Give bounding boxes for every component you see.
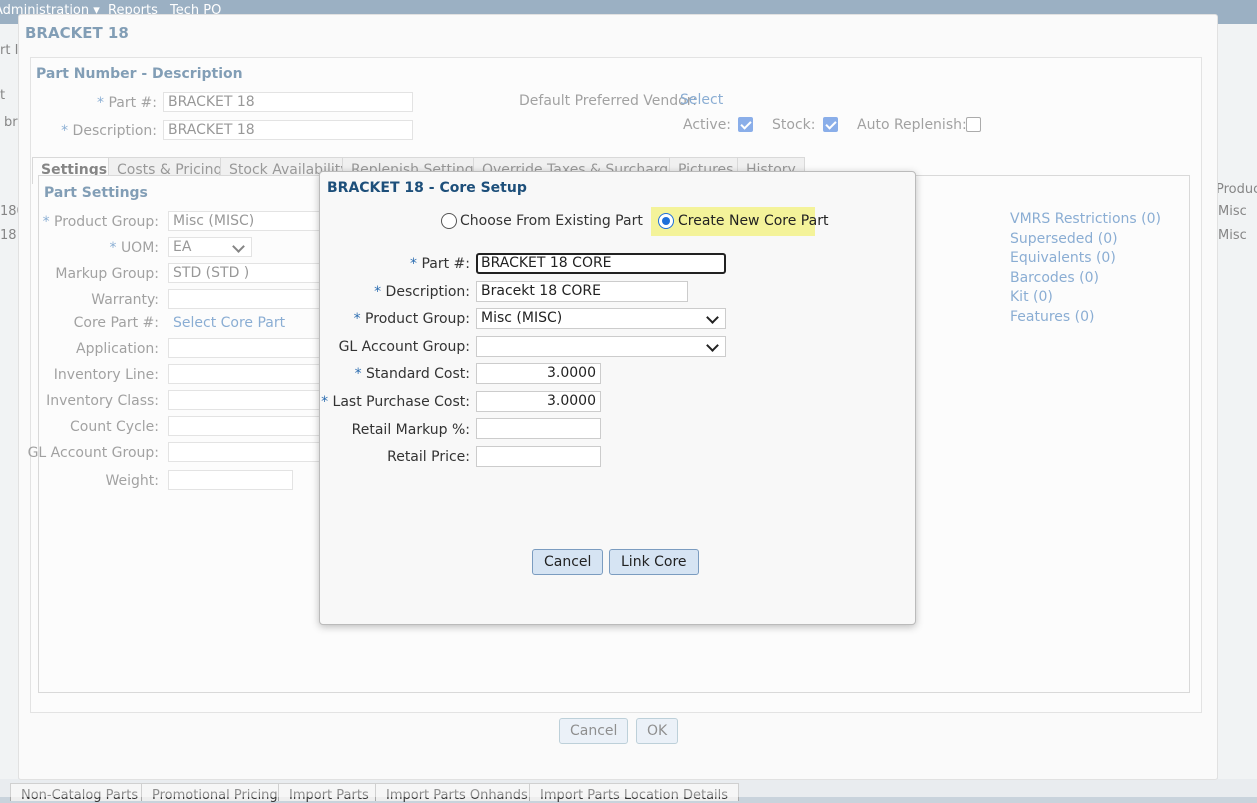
choose-existing-radio[interactable] (441, 213, 457, 229)
core-setup-modal: BRACKET 18 - Core Setup Choose From Exis… (319, 171, 916, 625)
core-part-number-input[interactable]: BRACKET 18 CORE (476, 253, 726, 274)
link-core-button[interactable]: Link Core (609, 549, 699, 575)
retail-markup-label: Retail Markup %: (351, 422, 470, 438)
standard-cost-label: * Standard Cost: (354, 366, 470, 382)
core-cancel-button[interactable]: Cancel (532, 549, 604, 575)
core-description-label: * Description: (374, 284, 470, 300)
standard-cost-input[interactable]: 3.0000 (476, 363, 601, 384)
create-new-radio[interactable] (658, 213, 674, 229)
core-setup-title: BRACKET 18 - Core Setup (327, 180, 527, 196)
last-purchase-cost-input[interactable]: 3.0000 (476, 391, 601, 412)
core-description-input[interactable]: Bracekt 18 CORE (476, 281, 688, 302)
create-new-label[interactable]: Create New Core Part (678, 213, 828, 229)
core-product-group-select[interactable]: Misc (MISC) (476, 308, 726, 329)
retail-markup-input[interactable] (476, 418, 601, 439)
choose-existing-label[interactable]: Choose From Existing Part (460, 213, 643, 229)
core-gl-account-group-label: GL Account Group: (338, 339, 470, 355)
retail-price-input[interactable] (476, 446, 601, 467)
core-product-group-label: * Product Group: (353, 311, 470, 327)
retail-price-label: Retail Price: (387, 449, 470, 465)
last-purchase-cost-label: * Last Purchase Cost: (321, 394, 470, 410)
core-gl-account-group-select[interactable] (476, 336, 726, 357)
core-part-number-label: * Part #: (410, 256, 470, 272)
